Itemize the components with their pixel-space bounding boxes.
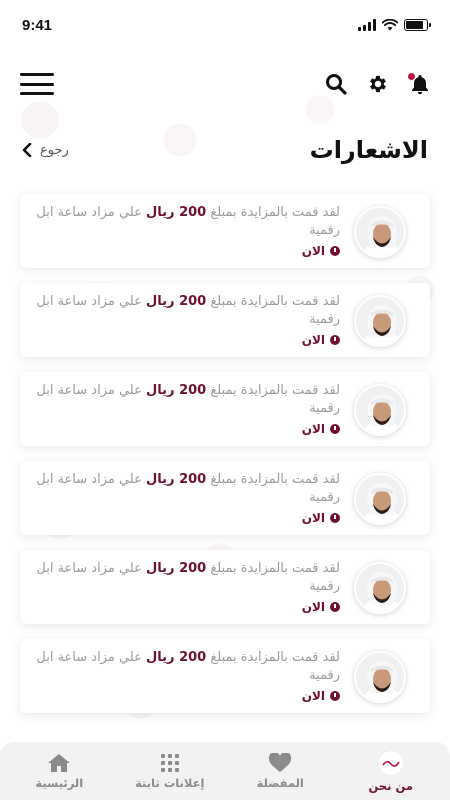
bottom-nav: الرئيسية إعلانات ثابتة المفضلة من نحن [0, 742, 450, 800]
notification-message: لقد قمت بالمزايدة بمبلغ 200 ريال علي مزا… [36, 204, 340, 240]
bid-amount: 200 ريال [146, 294, 207, 309]
clock-icon [330, 513, 340, 523]
message-prefix: لقد قمت بالمزايدة بمبلغ [210, 472, 340, 487]
notification-time: الان [301, 422, 325, 436]
nav-favorites[interactable]: المفضلة [230, 752, 330, 790]
notification-message: لقد قمت بالمزايدة بمبلغ 200 ريال علي مزا… [36, 382, 340, 418]
bid-amount: 200 ريال [146, 561, 207, 576]
message-prefix: لقد قمت بالمزايدة بمبلغ [210, 561, 340, 576]
bell-icon[interactable] [408, 72, 432, 96]
avatar [354, 473, 406, 525]
clock-icon [330, 424, 340, 434]
nav-about[interactable]: من نحن [341, 749, 441, 793]
search-icon[interactable] [324, 72, 348, 96]
notification-time-row: الان [36, 244, 340, 258]
notification-message: لقد قمت بالمزايدة بمبلغ 200 ريال علي مزا… [36, 649, 340, 685]
status-icons [358, 19, 431, 31]
brand-logo-icon [377, 749, 404, 776]
home-icon [48, 753, 71, 772]
back-label: رجوع [40, 142, 69, 158]
notification-time: الان [301, 333, 325, 347]
clock-icon [330, 602, 340, 612]
nav-home[interactable]: الرئيسية [9, 753, 109, 790]
nav-about-label: من نحن [368, 778, 413, 793]
message-prefix: لقد قمت بالمزايدة بمبلغ [210, 650, 340, 665]
nav-home-label: الرئيسية [35, 775, 84, 790]
clock-icon [330, 335, 340, 345]
avatar [354, 295, 406, 347]
clock-icon [330, 246, 340, 256]
notification-text: لقد قمت بالمزايدة بمبلغ 200 ريال علي مزا… [30, 560, 354, 614]
notification-time-row: الان [36, 422, 340, 436]
header-actions [324, 72, 432, 96]
message-prefix: لقد قمت بالمزايدة بمبلغ [210, 294, 340, 309]
message-prefix: لقد قمت بالمزايدة بمبلغ [210, 383, 340, 398]
notification-time: الان [301, 244, 325, 258]
bid-amount: 200 ريال [146, 650, 207, 665]
notification-time: الان [301, 689, 325, 703]
notification-time-row: الان [36, 333, 340, 347]
battery-icon [404, 19, 431, 31]
notification-text: لقد قمت بالمزايدة بمبلغ 200 ريال علي مزا… [30, 382, 354, 436]
bid-amount: 200 ريال [146, 205, 207, 220]
nav-fixed-ads[interactable]: إعلانات ثابتة [120, 753, 220, 790]
notification-time: الان [301, 600, 325, 614]
notification-text: لقد قمت بالمزايدة بمبلغ 200 ريال علي مزا… [30, 293, 354, 347]
chevron-left-icon [22, 143, 32, 157]
notification-card[interactable]: لقد قمت بالمزايدة بمبلغ 200 ريال علي مزا… [20, 550, 430, 624]
grid-icon [160, 753, 179, 772]
notifications-list: لقد قمت بالمزايدة بمبلغ 200 ريال علي مزا… [20, 194, 430, 728]
nav-favorites-label: المفضلة [256, 775, 304, 790]
heart-icon [269, 752, 292, 772]
notification-time-row: الان [36, 600, 340, 614]
avatar [354, 562, 406, 614]
avatar [354, 384, 406, 436]
notification-card[interactable]: لقد قمت بالمزايدة بمبلغ 200 ريال علي مزا… [20, 283, 430, 357]
gear-icon[interactable] [366, 72, 390, 96]
bid-amount: 200 ريال [146, 472, 207, 487]
nav-fixed-ads-label: إعلانات ثابتة [135, 775, 205, 790]
page-title: الاشعارات [309, 136, 428, 164]
avatar [354, 206, 406, 258]
notification-time: الان [301, 511, 325, 525]
cellular-signal-icon [358, 19, 376, 31]
notification-card[interactable]: لقد قمت بالمزايدة بمبلغ 200 ريال علي مزا… [20, 194, 430, 268]
title-row: رجوع الاشعارات [0, 132, 450, 168]
notification-card[interactable]: لقد قمت بالمزايدة بمبلغ 200 ريال علي مزا… [20, 461, 430, 535]
status-time: 9:41 [22, 16, 53, 34]
clock-icon [330, 691, 340, 701]
notification-message: لقد قمت بالمزايدة بمبلغ 200 ريال علي مزا… [36, 293, 340, 329]
notification-time-row: الان [36, 511, 340, 525]
back-button[interactable]: رجوع [22, 143, 69, 158]
notification-message: لقد قمت بالمزايدة بمبلغ 200 ريال علي مزا… [36, 471, 340, 507]
notification-card[interactable]: لقد قمت بالمزايدة بمبلغ 200 ريال علي مزا… [20, 639, 430, 713]
notification-card[interactable]: لقد قمت بالمزايدة بمبلغ 200 ريال علي مزا… [20, 372, 430, 446]
status-bar: 9:41 [0, 0, 450, 50]
notification-time-row: الان [36, 689, 340, 703]
notification-text: لقد قمت بالمزايدة بمبلغ 200 ريال علي مزا… [30, 649, 354, 703]
hamburger-menu-icon[interactable] [20, 73, 54, 95]
message-prefix: لقد قمت بالمزايدة بمبلغ [210, 205, 340, 220]
notification-dot [408, 73, 415, 80]
avatar [354, 651, 406, 703]
wifi-icon [382, 19, 398, 31]
notification-message: لقد قمت بالمزايدة بمبلغ 200 ريال علي مزا… [36, 560, 340, 596]
app-header [0, 62, 450, 106]
notification-text: لقد قمت بالمزايدة بمبلغ 200 ريال علي مزا… [30, 204, 354, 258]
notification-text: لقد قمت بالمزايدة بمبلغ 200 ريال علي مزا… [30, 471, 354, 525]
bid-amount: 200 ريال [146, 383, 207, 398]
